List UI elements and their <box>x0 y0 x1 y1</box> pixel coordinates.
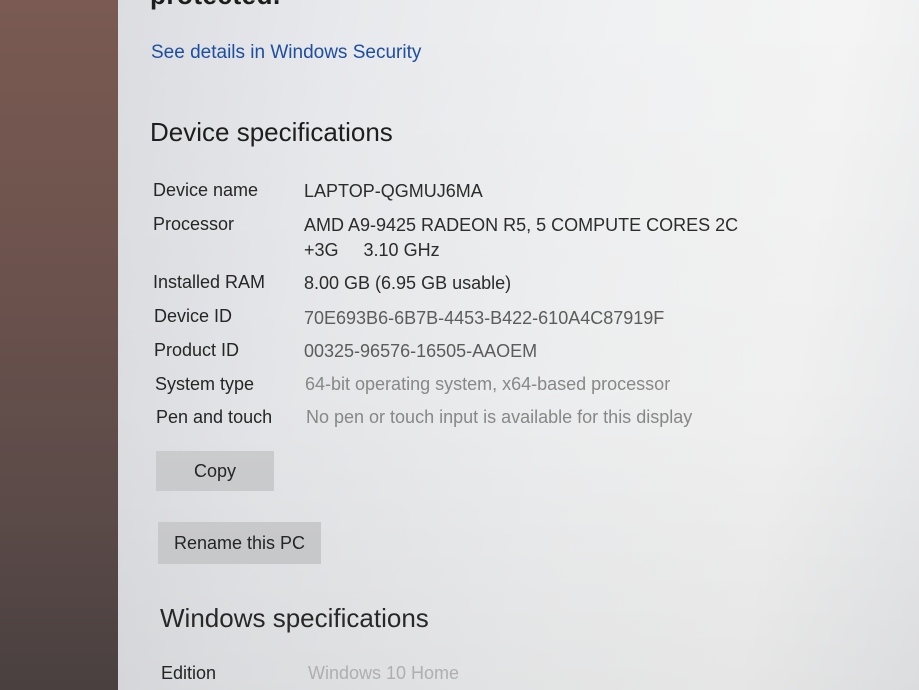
processor-value-line2: +3G 3.10 GHz <box>304 240 440 260</box>
device-name-label: Device name <box>153 180 259 200</box>
installed-ram-value: 8.00 GB (6.95 GB usable) <box>304 273 512 293</box>
device-id-label: Device ID <box>154 306 233 326</box>
device-name-value: LAPTOP-QGMUJ6MA <box>304 181 483 201</box>
laptop-bezel <box>0 0 122 690</box>
pen-and-touch-label: Pen and touch <box>156 407 273 427</box>
system-type-label: System type <box>155 374 255 394</box>
rename-pc-button[interactable]: Rename this PC <box>158 522 321 564</box>
processor-value: AMD A9-9425 RADEON R5, 5 COMPUTE CORES 2… <box>304 215 739 235</box>
product-id-label: Product ID <box>154 340 240 360</box>
device-id-value: 70E693B6-6B7B-4453-B422-610A4C87919F <box>304 308 665 328</box>
edition-value: Windows 10 Home <box>308 663 460 683</box>
windows-security-details-link[interactable]: See details in Windows Security <box>151 42 421 64</box>
product-id-value: 00325-96576-16505-AAOEM <box>304 341 538 361</box>
security-status-text: protected. <box>150 0 281 11</box>
windows-specifications-heading: Windows specifications <box>160 603 429 633</box>
edition-label: Edition <box>161 663 217 683</box>
settings-about-page: protected. See details in Windows Securi… <box>118 0 919 690</box>
device-specifications-heading: Device specifications <box>150 117 393 147</box>
pen-and-touch-value: No pen or touch input is available for t… <box>306 407 693 427</box>
installed-ram-label: Installed RAM <box>153 272 266 292</box>
system-type-value: 64-bit operating system, x64-based proce… <box>305 374 671 394</box>
copy-button[interactable]: Copy <box>156 451 274 491</box>
processor-label: Processor <box>153 214 235 234</box>
